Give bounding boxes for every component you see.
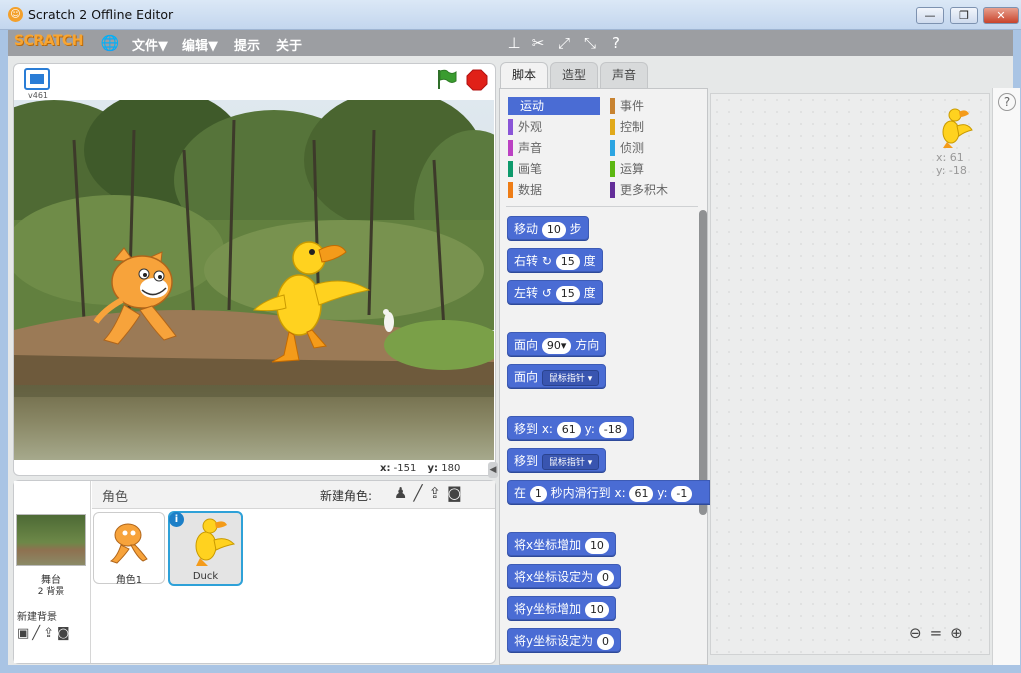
upload-backdrop-icon[interactable]: ⇪ (43, 626, 57, 641)
collapse-stage-arrow-icon[interactable]: ◀ (488, 462, 498, 478)
block-point-towards[interactable]: 面向 鼠标指针 ▾ (507, 364, 607, 388)
zoom-reset-icon[interactable]: = (930, 624, 951, 642)
block-set-x[interactable]: 将x坐标设定为 0 (507, 564, 621, 588)
coord-x-value: -151 (393, 463, 417, 474)
sprites-title: 角色 (102, 490, 129, 505)
minimize-button[interactable]: — (916, 7, 944, 24)
help-strip: ? (992, 88, 1020, 665)
fullscreen-icon[interactable] (24, 68, 50, 90)
palette-divider (506, 206, 698, 207)
camera-sprite-icon[interactable]: ◙ (447, 484, 468, 502)
new-backdrop-tools: ▣╱⇪◙ (17, 626, 73, 641)
category-list-left: 运动 外观 声音 画笔 数据 (508, 97, 600, 199)
upload-sprite-icon[interactable]: ⇪ (428, 484, 447, 502)
stage-canvas[interactable] (14, 100, 494, 460)
delete-scissors-icon[interactable]: ✂ (528, 34, 548, 52)
paint-sprite-icon[interactable]: ╱ (413, 484, 428, 502)
block-turn-left[interactable]: 左转 ↺ 15 度 (507, 280, 603, 304)
selected-sprite-preview (942, 108, 973, 148)
globe-icon[interactable]: 🌐 (100, 34, 120, 52)
help-icon[interactable]: ? (606, 34, 626, 52)
block-goto[interactable]: 移到 鼠标指针 ▾ (507, 448, 607, 472)
category-sound[interactable]: 声音 (508, 139, 600, 157)
category-more-blocks[interactable]: 更多积木 (610, 181, 702, 199)
menu-tips[interactable]: 提示 (234, 35, 260, 54)
category-pen[interactable]: 画笔 (508, 160, 600, 178)
category-list-right: 事件 控制 侦测 运算 更多积木 (610, 97, 702, 199)
menu-file[interactable]: 文件▼ (132, 35, 168, 54)
script-area[interactable]: x: 61 y: -18 ⊖=⊕ (710, 93, 990, 655)
block-point-direction[interactable]: 面向 90▾ 方向 (507, 332, 607, 356)
new-sprite-label: 新建角色: (320, 489, 373, 503)
shrink-icon[interactable]: ⤡ (580, 34, 600, 52)
category-control[interactable]: 控制 (610, 118, 702, 136)
rotate-right-icon: ↻ (541, 254, 552, 268)
window-titlebar: ☺ Scratch 2 Offline Editor — ❐ ✕ (0, 0, 1021, 30)
menu-edit[interactable]: 编辑▼ (182, 35, 218, 54)
coord-x-label: x: (380, 463, 391, 474)
tab-sounds[interactable]: 声音 (600, 62, 648, 88)
duplicate-stamp-icon[interactable]: ⊥ (504, 34, 524, 52)
category-sensing[interactable]: 侦测 (610, 139, 702, 157)
block-move-steps[interactable]: 移动 10 步 (507, 216, 589, 240)
sprite-thumb-cat[interactable]: 角色1 (93, 512, 165, 586)
block-goto-xy[interactable]: 移到 x: 61 y: -18 (507, 416, 634, 440)
block-change-x[interactable]: 将x坐标增加 10 (507, 532, 616, 556)
stage-column: 舞台 2 背景 新建背景 ▣╱⇪◙ (14, 481, 91, 663)
maximize-button[interactable]: ❐ (950, 7, 978, 24)
menubar: SCRATCH 🌐 文件▼ 编辑▼ 提示 关于 ⊥ ✂ ⤢ ⤡ ? (8, 30, 1013, 56)
category-looks[interactable]: 外观 (508, 118, 600, 136)
sprite-library-icon[interactable]: ♟ (394, 484, 413, 502)
rotate-left-icon: ↺ (541, 286, 552, 300)
camera-backdrop-icon[interactable]: ◙ (57, 626, 73, 641)
category-data[interactable]: 数据 (508, 181, 600, 199)
menu-about[interactable]: 关于 (276, 35, 302, 54)
backdrop-count: 2 背景 (37, 587, 65, 597)
scratch-logo[interactable]: SCRATCH (14, 33, 83, 49)
green-flag-icon[interactable] (434, 68, 458, 90)
category-events[interactable]: 事件 (610, 97, 702, 115)
sprite-name: Duck (192, 571, 219, 582)
new-backdrop-label: 新建背景 (17, 612, 57, 623)
sprite-name: 角色1 (115, 575, 143, 586)
palette-scrollbar[interactable] (699, 210, 707, 515)
coord-y-value: 180 (441, 463, 461, 474)
tab-scripts[interactable]: 脚本 (500, 62, 548, 89)
block-change-y[interactable]: 将y坐标增加 10 (507, 596, 616, 620)
sprite-thumb-duck[interactable]: i Duck (168, 511, 243, 586)
close-button[interactable]: ✕ (983, 7, 1019, 24)
category-motion[interactable]: 运动 (508, 97, 600, 115)
block-glide[interactable]: 在 1 秒内滑行到 x: 61 y: -1 (507, 480, 710, 504)
sprite-y-position: y: -18 (936, 164, 967, 177)
new-sprite-tools: ♟╱⇪◙ (394, 484, 468, 502)
grow-icon[interactable]: ⤢ (554, 34, 574, 52)
sprite-x-position: x: 61 (936, 151, 964, 164)
app-icon: ☺ (8, 7, 23, 22)
block-set-y[interactable]: 将y坐标设定为 0 (507, 628, 621, 652)
help-tips-icon[interactable]: ? (998, 93, 1016, 111)
stop-sign-icon[interactable] (466, 69, 488, 91)
version-label: v461 (28, 91, 49, 100)
paint-backdrop-icon[interactable]: ╱ (32, 626, 43, 641)
coord-y-label: y: (427, 463, 439, 474)
zoom-controls: ⊖=⊕ (909, 624, 979, 644)
zoom-in-icon[interactable]: ⊕ (950, 624, 971, 642)
backdrop-library-icon[interactable]: ▣ (17, 626, 32, 641)
stage-thumbnail[interactable] (16, 514, 86, 566)
category-operators[interactable]: 运算 (610, 160, 702, 178)
window-title: Scratch 2 Offline Editor (28, 7, 174, 22)
block-turn-right[interactable]: 右转 ↻ 15 度 (507, 248, 603, 272)
mouse-coordinates: x: -151 y: 180 (380, 463, 494, 477)
sprites-header: 角色 新建角色: ♟╱⇪◙ (92, 481, 495, 509)
tab-costumes[interactable]: 造型 (550, 62, 598, 88)
zoom-out-icon[interactable]: ⊖ (909, 624, 930, 642)
